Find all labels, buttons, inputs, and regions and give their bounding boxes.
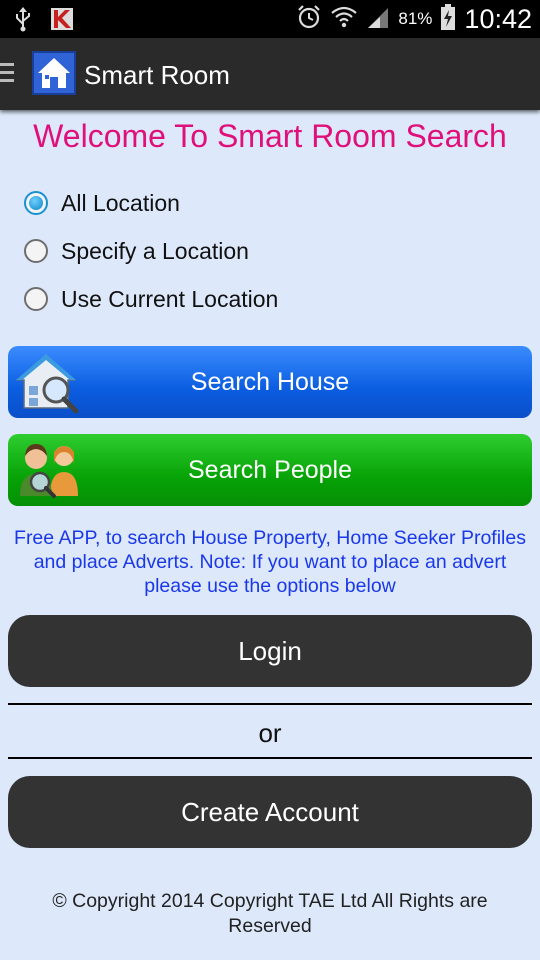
radio-checked-icon[interactable] bbox=[24, 191, 48, 215]
radio-all-location[interactable]: All Location bbox=[24, 185, 180, 221]
signal-icon bbox=[366, 4, 390, 35]
battery-percent: 81% bbox=[398, 9, 433, 28]
house-logo-icon[interactable] bbox=[32, 51, 76, 95]
alarm-icon bbox=[296, 4, 322, 35]
search-house-button[interactable]: Search House bbox=[8, 346, 532, 418]
radio-label: Specify a Location bbox=[61, 237, 249, 264]
search-people-label: Search People bbox=[187, 456, 352, 484]
radio-label: Use Current Location bbox=[61, 285, 279, 312]
wifi-icon bbox=[330, 4, 358, 35]
search-house-label: Search House bbox=[190, 368, 350, 396]
status-bar: 81% 10:42 bbox=[0, 0, 540, 38]
divider bbox=[8, 703, 532, 705]
welcome-heading: Welcome To Smart Room Search bbox=[33, 118, 507, 154]
login-button[interactable]: Login bbox=[8, 615, 532, 687]
people-search-icon bbox=[14, 438, 84, 502]
house-search-icon bbox=[14, 350, 84, 414]
radio-specify-location[interactable]: Specify a Location bbox=[24, 233, 249, 269]
create-account-button[interactable]: Create Account bbox=[8, 776, 532, 848]
app-title: Smart Room bbox=[84, 60, 230, 90]
info-text: Free APP, to search House Property, Home… bbox=[14, 527, 526, 597]
copyright-text: © Copyright 2014 Copyright TAE Ltd All R… bbox=[52, 890, 488, 937]
radio-unchecked-icon[interactable] bbox=[24, 239, 48, 263]
menu-icon[interactable] bbox=[0, 63, 14, 87]
divider bbox=[8, 757, 532, 759]
app-notification-icon bbox=[50, 6, 74, 37]
clock: 10:42 bbox=[464, 3, 532, 34]
radio-current-location[interactable]: Use Current Location bbox=[24, 281, 278, 317]
action-bar: Smart Room bbox=[0, 38, 540, 110]
radio-unchecked-icon[interactable] bbox=[24, 287, 48, 311]
usb-icon bbox=[14, 6, 32, 37]
search-people-button[interactable]: Search People bbox=[8, 434, 532, 506]
battery-icon bbox=[440, 3, 456, 36]
or-separator: or bbox=[258, 718, 282, 748]
radio-label: All Location bbox=[61, 189, 180, 216]
